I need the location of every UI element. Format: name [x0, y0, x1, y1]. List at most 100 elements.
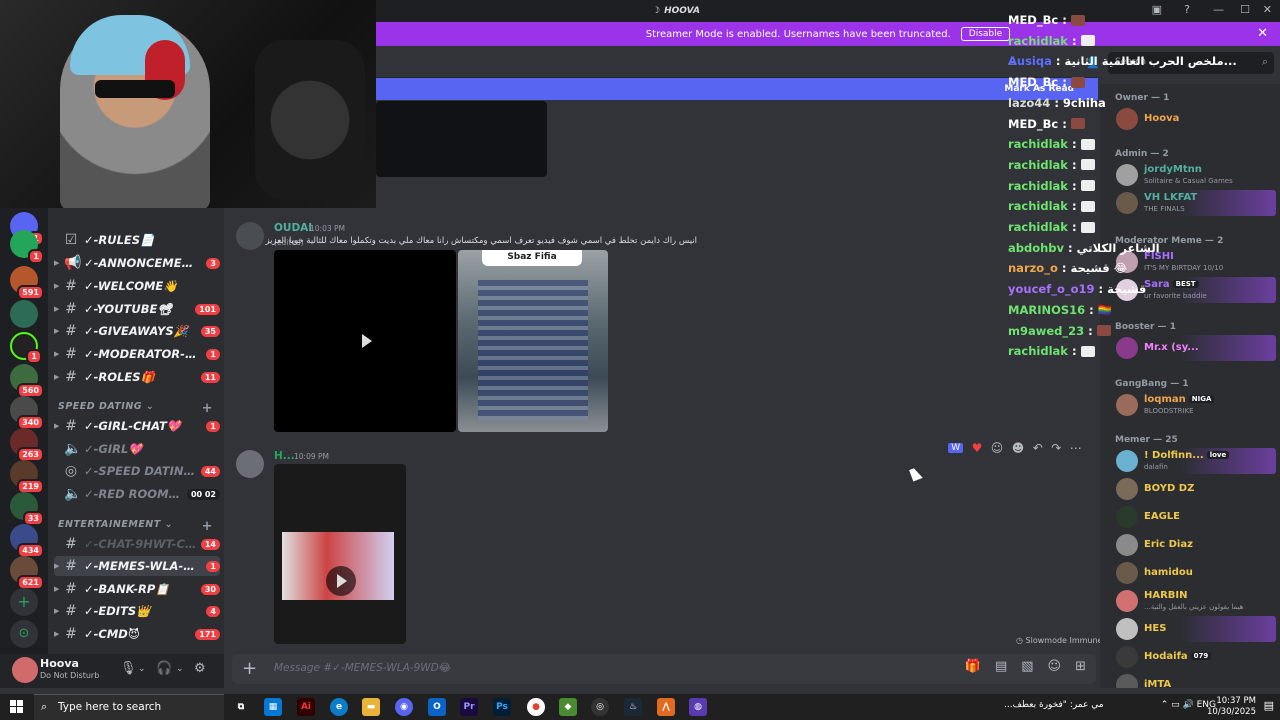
channel-announcements[interactable]: ▶ 📢 ✓-ANNONCEMENTS... 3: [54, 253, 220, 273]
member-item[interactable]: jordyMtnn Solitaire & Casual Games: [1114, 162, 1276, 188]
emoji-icon[interactable]: ☺: [1048, 659, 1062, 674]
server-icon[interactable]: 560: [10, 364, 44, 398]
member-item[interactable]: Mr.x (sy...: [1114, 335, 1276, 361]
add-channel-icon[interactable]: +: [202, 519, 213, 534]
task-view-icon[interactable]: ⧉: [232, 698, 250, 716]
adobe-illustrator-icon[interactable]: Ai: [297, 698, 315, 716]
news-widget[interactable]: مي عمر: "فخورة بعطف...: [1004, 700, 1104, 710]
avatar[interactable]: [12, 657, 38, 683]
member-item[interactable]: EAGLE: [1114, 504, 1276, 530]
minimize-button[interactable]: —: [1213, 3, 1224, 16]
server-icon[interactable]: 1: [10, 332, 42, 364]
server-icon[interactable]: [10, 300, 38, 328]
channel-moderator-on[interactable]: ▶ # ✓-MODERATOR-ON...1: [54, 344, 220, 364]
new-messages-bar[interactable]: Mark As Read: [376, 78, 1098, 100]
photoshop-icon[interactable]: Ps: [493, 698, 511, 716]
steam-icon[interactable]: ♨: [624, 698, 642, 716]
file-explorer-icon[interactable]: ▬: [362, 698, 380, 716]
inbox-icon[interactable]: ▣: [1152, 3, 1162, 16]
app-icon[interactable]: W: [948, 443, 964, 453]
add-reaction-icon[interactable]: ☻: [1012, 441, 1025, 455]
taskbar-search[interactable]: ⌕ Type here to search: [34, 694, 224, 720]
video-attachment[interactable]: [274, 464, 406, 644]
play-icon[interactable]: [362, 334, 372, 348]
tray-chevron-icon[interactable]: ⌃: [1161, 700, 1169, 710]
channel-edits[interactable]: ▶ # ✓-EDITS👑 4: [54, 601, 220, 621]
premiere-icon[interactable]: Pr: [460, 698, 478, 716]
member-item[interactable]: Hoova: [1114, 106, 1276, 132]
play-button[interactable]: [326, 566, 356, 596]
friends-icon[interactable]: 1: [10, 230, 44, 264]
sticker-icon[interactable]: ▧: [1021, 659, 1033, 674]
gear-icon[interactable]: ⚙: [194, 661, 206, 676]
channel-girl-voice[interactable]: 🔈 ✓-GIRL💖: [54, 439, 220, 459]
outlook-icon[interactable]: O: [428, 698, 446, 716]
member-item[interactable]: HES: [1114, 616, 1276, 642]
channel-memes-wla-9wd[interactable]: ▶ # ✓-MEMES-WLA-9W...1: [54, 556, 220, 576]
message-author[interactable]: H...: [274, 450, 295, 462]
server-icon[interactable]: 621: [10, 556, 44, 590]
store-icon[interactable]: ▦: [264, 698, 282, 716]
previous-media-attachment[interactable]: [376, 101, 547, 177]
channel-cmd[interactable]: ▶ # ✓-CMD😈 171: [54, 624, 220, 644]
member-item[interactable]: HARBIN ...هيما يقولون عزيني بالعقل والتية: [1114, 588, 1276, 614]
edge-icon[interactable]: e: [330, 698, 348, 716]
app-icon[interactable]: ◍: [689, 698, 707, 716]
app-icon[interactable]: ◆: [559, 698, 577, 716]
chevron-down-icon[interactable]: ⌄: [176, 664, 184, 674]
more-icon[interactable]: ⋯: [1070, 441, 1082, 455]
app-icon[interactable]: ⋀: [657, 698, 675, 716]
explore-servers-icon[interactable]: ⊙: [10, 620, 38, 648]
volume-icon[interactable]: 🔊: [1183, 700, 1194, 710]
member-item[interactable]: Eric Diaz: [1114, 532, 1276, 558]
channel-rules[interactable]: ☑ ✓-RULES📄: [54, 230, 220, 250]
image-attachment[interactable]: Sbaz Fifia: [458, 250, 608, 432]
network-icon[interactable]: ▭: [1171, 700, 1180, 710]
heart-reaction-icon[interactable]: ♥: [972, 441, 983, 455]
chrome-icon[interactable]: ●: [527, 698, 545, 716]
windows-start-icon[interactable]: [10, 700, 23, 713]
server-icon[interactable]: 591: [10, 266, 44, 300]
channel-welcome[interactable]: ▶ # ✓-WELCOME👋: [54, 276, 220, 296]
attach-plus-icon[interactable]: +: [242, 658, 257, 679]
headphones-icon[interactable]: 🎧: [156, 661, 172, 676]
member-item[interactable]: loqman NIGA BLOODSTRIKE: [1114, 392, 1276, 418]
add-channel-icon[interactable]: +: [202, 401, 213, 416]
server-icon[interactable]: 263: [10, 428, 44, 462]
add-server-icon[interactable]: +: [10, 588, 38, 616]
discord-icon[interactable]: ◉: [395, 698, 413, 716]
laugh-reaction-icon[interactable]: ☺: [991, 441, 1004, 455]
server-icon[interactable]: 219: [10, 460, 44, 494]
microphone-icon[interactable]: 🎙: [120, 661, 137, 676]
disable-streamer-mode-button[interactable]: Disable: [960, 27, 1011, 41]
gif-icon[interactable]: ▤: [995, 659, 1007, 674]
channel-chat-9hwt[interactable]: # ✓-CHAT-9HWT-CH... 14: [54, 534, 220, 554]
gift-icon[interactable]: 🎁: [965, 659, 981, 674]
member-item[interactable]: ! Dolfinn... love dalafin: [1114, 448, 1276, 474]
category-entertainment[interactable]: ENTERTAINEMENT ⌄ +: [58, 519, 213, 534]
message-input[interactable]: Message #✓-MEMES-WLA-9WD😂: [274, 662, 451, 674]
server-icon[interactable]: 434: [10, 524, 44, 558]
clock[interactable]: 10:37 PM 10/30/2025: [1207, 696, 1256, 718]
member-item[interactable]: hamidou: [1114, 560, 1276, 586]
message-author[interactable]: OUDAI: [274, 222, 312, 234]
channel-red-room[interactable]: 🔈 ✓-RED ROOM ❤️ 00 02: [54, 484, 220, 504]
chevron-down-icon[interactable]: ⌄: [138, 664, 146, 674]
channel-roles[interactable]: ▶ # ✓-ROLES🎁 11: [54, 367, 220, 387]
channel-youtube[interactable]: ▶ # ✓-YOUTUBE📽 101: [54, 299, 220, 319]
member-item[interactable]: Hodaifa 079: [1114, 644, 1276, 670]
avatar[interactable]: [236, 450, 264, 478]
member-item[interactable]: iMTA: [1114, 672, 1276, 688]
server-icon[interactable]: 340: [10, 396, 44, 430]
video-attachment[interactable]: [274, 250, 456, 432]
apps-icon[interactable]: ⊞: [1075, 659, 1086, 674]
close-icon[interactable]: ✕: [1257, 26, 1268, 41]
avatar[interactable]: [236, 222, 264, 250]
obs-icon[interactable]: ◎: [591, 698, 609, 716]
help-icon[interactable]: ?: [1184, 3, 1190, 16]
category-speed-dating[interactable]: SPEED DATING ⌄ +: [58, 401, 213, 416]
member-item[interactable]: VH LKFAT THE FINALS: [1114, 190, 1276, 216]
server-icon[interactable]: 33: [10, 492, 44, 526]
notifications-icon[interactable]: ▤: [1264, 699, 1274, 712]
member-item[interactable]: BOYD DZ: [1114, 476, 1276, 502]
